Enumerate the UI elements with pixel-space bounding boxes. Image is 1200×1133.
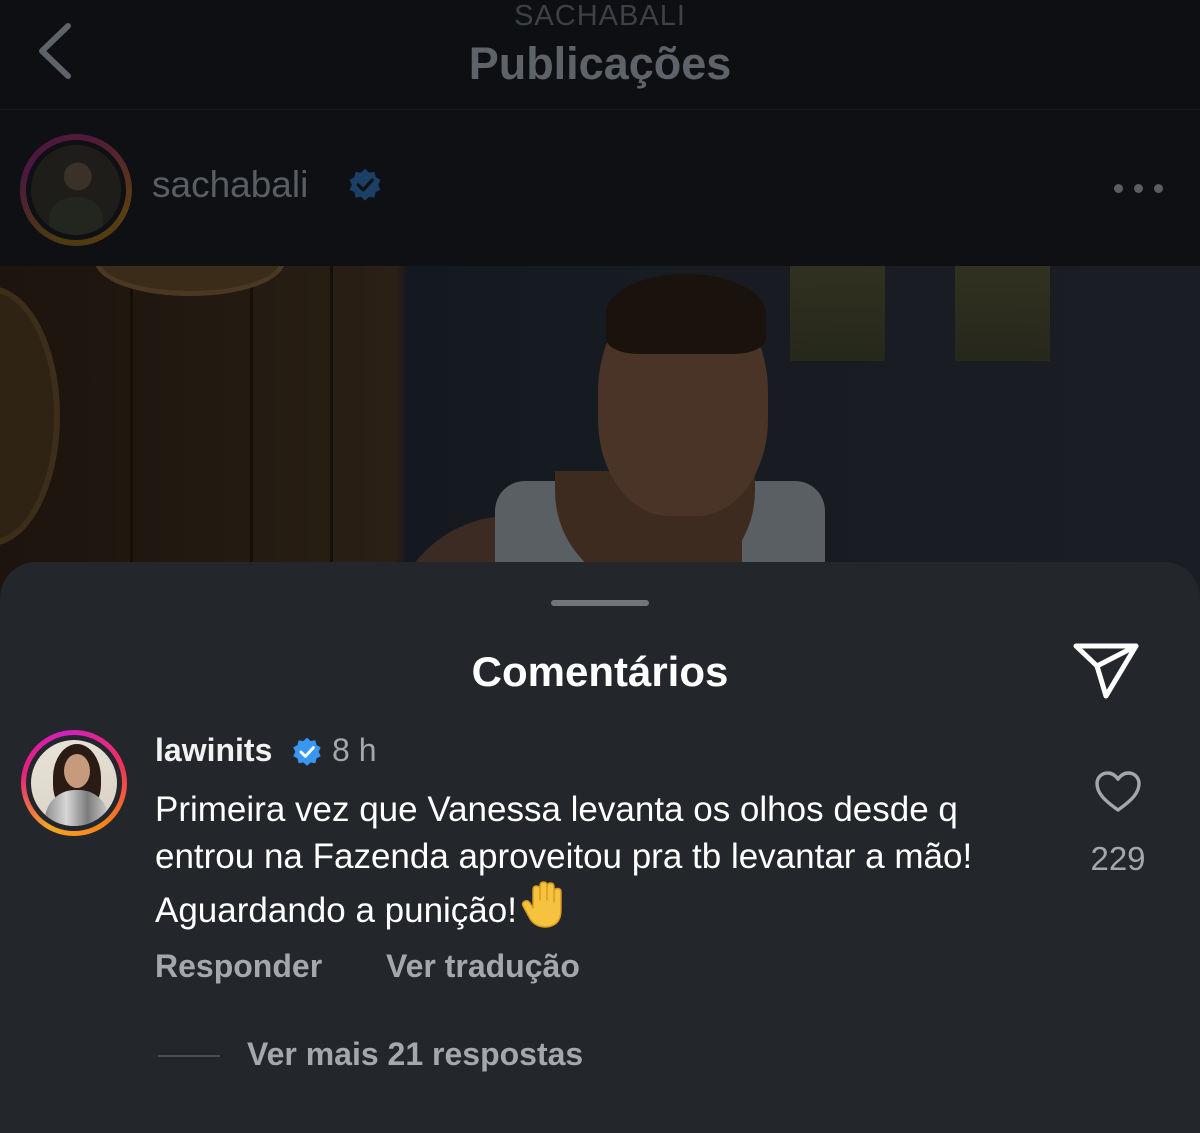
- avatar-photo: [31, 145, 121, 235]
- reply-button[interactable]: Responder: [155, 948, 322, 985]
- share-button[interactable]: [1070, 640, 1142, 702]
- post-author-username[interactable]: sachabali: [152, 164, 308, 206]
- like-button[interactable]: [1094, 770, 1142, 814]
- more-horizontal-icon: [1114, 184, 1123, 193]
- see-translation-button[interactable]: Ver tradução: [386, 948, 580, 985]
- comment-timestamp: 8 h: [332, 732, 377, 768]
- page-title: Publicações: [468, 38, 732, 89]
- post-author-avatar[interactable]: [20, 134, 132, 246]
- avatar-photo: [31, 740, 117, 826]
- post-header: sachabali: [0, 112, 1200, 266]
- top-navigation-bar: SACHABALI Publicações: [0, 0, 1200, 110]
- comments-title: Comentários: [471, 648, 729, 695]
- more-options-button[interactable]: [1110, 172, 1166, 204]
- replies-divider: [158, 1055, 220, 1057]
- raised-hand-icon: [521, 881, 562, 928]
- post-image[interactable]: [0, 266, 1200, 606]
- commenter-username[interactable]: lawinits: [155, 732, 272, 769]
- verified-badge-icon: [293, 737, 321, 766]
- paper-plane-icon: [1073, 643, 1139, 699]
- heart-icon: [1095, 771, 1141, 812]
- commenter-avatar[interactable]: [21, 730, 127, 836]
- header-account-name: SACHABALI: [514, 0, 686, 32]
- verified-badge-icon: [349, 168, 381, 201]
- sheet-drag-handle[interactable]: [551, 600, 649, 606]
- like-count: 229: [1090, 840, 1146, 877]
- comments-sheet: Comentários lawinits 8 h Primeira vez qu…: [0, 562, 1200, 1133]
- view-more-replies-button[interactable]: Ver mais 21 respostas: [247, 1036, 583, 1073]
- comment-body: Primeira vez que Vanessa levanta os olho…: [155, 786, 1015, 934]
